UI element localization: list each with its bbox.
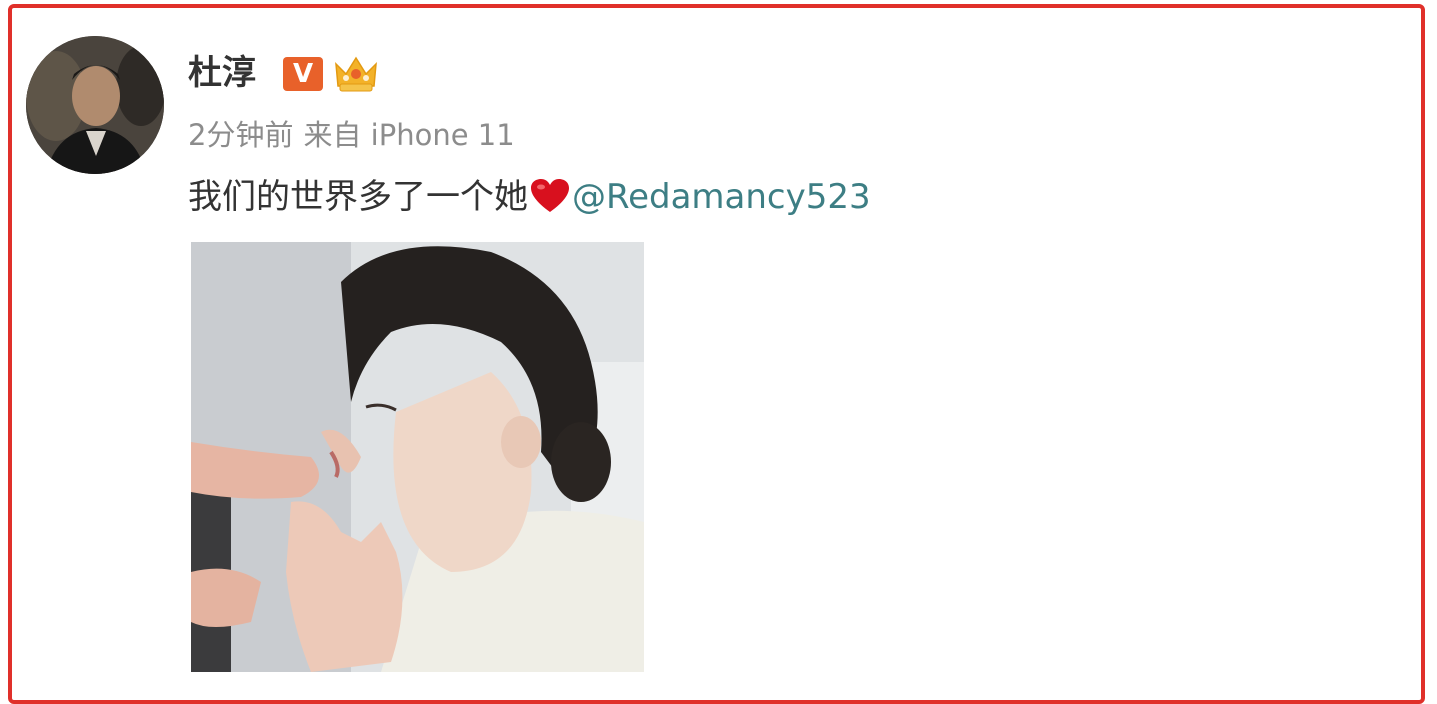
- crown-icon: [335, 56, 377, 92]
- avatar-image: [26, 36, 164, 174]
- post-source: 来自 iPhone 11: [303, 118, 515, 152]
- photo-image: [191, 242, 644, 672]
- avatar[interactable]: [26, 36, 164, 174]
- post-text: 我们的世界多了一个她: [188, 177, 528, 217]
- author-name[interactable]: 杜淳: [188, 50, 256, 96]
- post-meta: 2分钟前 来自 iPhone 11: [188, 114, 515, 156]
- post-time[interactable]: 2分钟前: [188, 118, 293, 152]
- post-content: 我们的世界多了一个她 @Redamancy523: [188, 174, 871, 220]
- verified-v-icon: V: [283, 57, 323, 91]
- mention-link[interactable]: @Redamancy523: [572, 177, 871, 217]
- red-heart-icon: [531, 179, 569, 212]
- post-photo[interactable]: [191, 242, 644, 672]
